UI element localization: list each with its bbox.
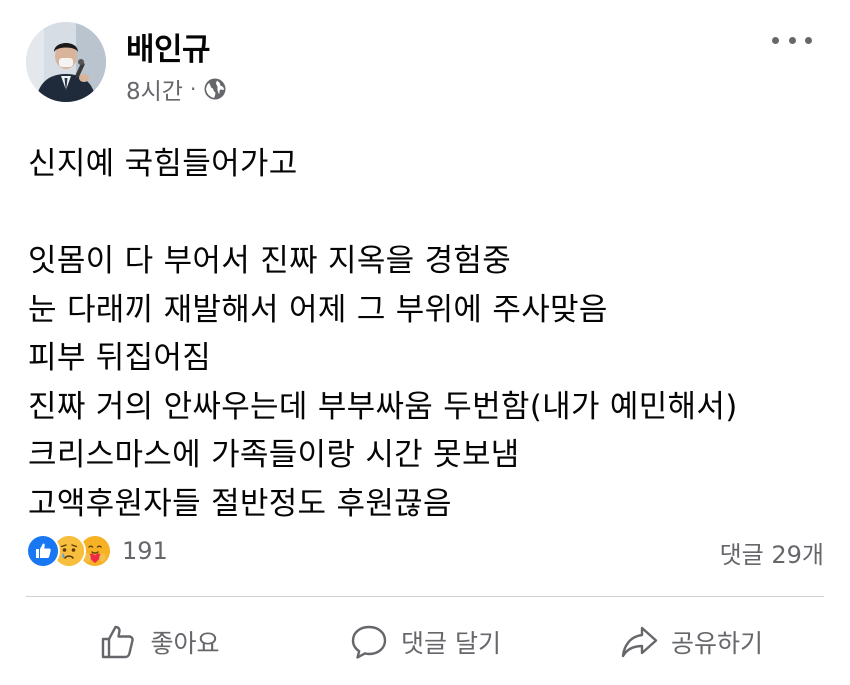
more-options-button[interactable] — [772, 28, 812, 52]
like-button[interactable]: 좋아요 — [26, 612, 292, 672]
post-line: 진짜 거의 안싸우는데 부부싸움 두번함(내가 예민해서) — [28, 388, 738, 425]
author-name[interactable]: 배인규 — [126, 24, 211, 69]
comment-count-link[interactable]: 댓글 29개 — [720, 535, 824, 570]
post-text: 신지예 국힘들어가고 잇몸이 다 부어서 진짜 지옥을 경험중 눈 다래끼 재발… — [28, 140, 824, 528]
avatar[interactable] — [26, 22, 106, 102]
post-line: 피부 뒤집어짐 — [28, 340, 212, 376]
post-blank-line — [28, 189, 824, 238]
comment-label: 댓글 달기 — [401, 629, 501, 658]
more-dot-icon — [788, 36, 796, 44]
share-button[interactable]: 공유하기 — [558, 612, 824, 672]
thumbs-up-icon — [98, 622, 138, 662]
comment-button[interactable]: 댓글 달기 — [292, 612, 558, 672]
reactions-summary[interactable]: 191 — [26, 531, 168, 571]
post-line: 잇몸이 다 부어서 진짜 지옥을 경험중 — [28, 243, 512, 279]
meta-separator: · — [189, 77, 197, 101]
reaction-count: 191 — [122, 537, 168, 565]
post-header: 배인규 8시간 · — [26, 22, 824, 106]
like-label: 좋아요 — [150, 629, 220, 658]
like-reaction-icon — [26, 534, 60, 568]
comment-bubble-icon — [349, 622, 389, 662]
post-meta: 8시간 · — [126, 72, 227, 106]
post-line: 신지예 국힘들어가고 — [28, 146, 298, 182]
globe-icon — [203, 77, 227, 101]
more-dot-icon — [772, 36, 779, 44]
share-label: 공유하기 — [670, 629, 763, 658]
post-line: 눈 다래끼 재발해서 어제 그 부위에 주사맞음 — [28, 291, 608, 328]
divider — [26, 596, 824, 597]
share-arrow-icon — [619, 622, 659, 662]
reaction-icons — [26, 534, 112, 568]
action-bar: 좋아요 댓글 달기 공유하기 — [26, 612, 824, 672]
post-line: 크리스마스에 가족들이랑 시간 못보냄 — [28, 437, 520, 473]
post-line: 고액후원자들 절반정도 후원끊음 — [28, 485, 452, 522]
post-time[interactable]: 8시간 — [126, 72, 183, 106]
more-dot-icon — [805, 36, 812, 44]
